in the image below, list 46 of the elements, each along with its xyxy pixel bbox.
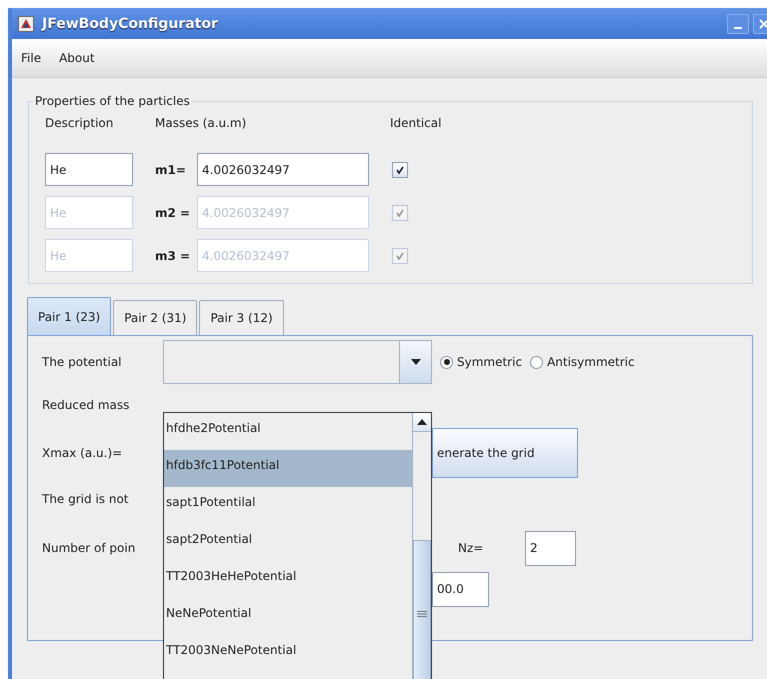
window-title: JFewBodyConfigurator [42,16,218,32]
input-field[interactable]: 00.0 [432,572,489,606]
up-arrow-icon [417,419,427,425]
dropdown-item[interactable]: sapt1Potentilal [164,487,412,524]
scrollbar[interactable] [412,413,431,679]
dropdown-item[interactable]: TT2003NeNePotential [164,635,412,672]
description-field[interactable]: He [45,153,133,186]
tab[interactable]: Pair 2 (31) [113,300,198,335]
check-icon [395,164,405,174]
field-label: Nz= [458,541,484,555]
nz-field[interactable]: 2 [525,530,576,566]
column-header: Identical [390,116,442,130]
caret-icon [410,359,420,365]
menu-item[interactable]: About [57,49,97,67]
dropdown-item[interactable]: TT2003HeHePotential [164,561,412,598]
field-label: Number of poin [42,541,136,555]
dropdown-item[interactable]: hfdhe2Potential [164,413,412,450]
mass-label: m3 = [155,248,192,262]
generate-grid-button[interactable]: enerate the grid [432,428,578,478]
field-label: The potential [42,355,123,369]
field-label: Xmax (a.u.)= [42,446,124,460]
status-text: The grid is not [42,492,130,506]
mass-label: m2 = [155,206,192,220]
grip-icon [417,611,427,617]
close-icon [759,19,767,29]
field-label: Reduced mass [42,398,130,412]
column-header: Description [45,116,114,130]
column-header: Masses (a.u.m) [155,116,248,130]
minimize-button[interactable] [727,14,749,34]
mass-label: m1= [155,162,187,176]
radio-option[interactable]: Antisymmetric [530,355,635,369]
minimize-icon [734,27,742,29]
dropdown-item[interactable]: sapt2Potential [164,524,412,561]
radio-option[interactable]: Symmetric [440,355,522,369]
dropdown-item[interactable]: hfdb3fc11Potential [164,450,412,487]
app-icon [18,16,34,32]
potential-combo[interactable] [163,340,432,384]
mass-field[interactable]: 4.0026032497 [197,153,369,186]
check-icon [395,250,405,260]
dropdown-item[interactable]: NeNePotential [164,598,412,635]
tab[interactable]: Pair 1 (23) [27,297,112,335]
tab[interactable]: Pair 3 (12) [199,300,284,335]
menu-item[interactable]: File [19,49,44,67]
identical-checkbox[interactable] [392,162,408,178]
group-title: Properties of the particles [34,94,191,108]
check-icon [395,208,405,218]
